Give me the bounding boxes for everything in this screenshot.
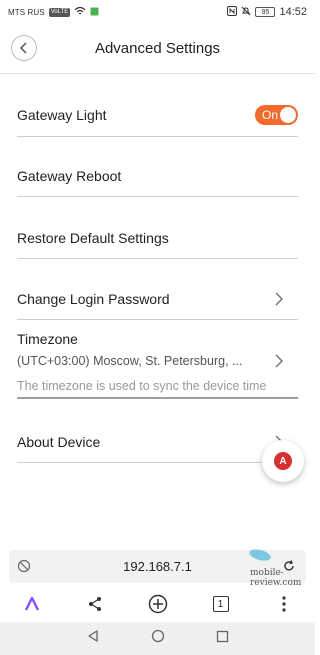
menu-button[interactable] (269, 589, 299, 619)
network-badge: VoLTE (48, 7, 71, 17)
triangle-back-icon (88, 630, 98, 642)
nav-back-button[interactable] (86, 629, 100, 648)
timezone-help-text: The timezone is used to sync the device … (17, 379, 267, 393)
gateway-reboot-label: Gateway Reboot (17, 167, 122, 184)
chevron-left-icon (19, 42, 27, 54)
system-nav-bar (0, 622, 315, 655)
watermark-text: mobile-review.com (250, 568, 302, 588)
gateway-light-label: Gateway Light (17, 107, 107, 123)
restore-defaults-label: Restore Default Settings (17, 229, 169, 246)
timezone-value: (UTC+03:00) Moscow, St. Petersburg, ... (17, 354, 243, 368)
more-vertical-icon (281, 596, 286, 612)
status-bar: MTS RUS VoLTE 95 14:52 (0, 0, 315, 24)
share-button[interactable] (80, 589, 110, 619)
tabs-button[interactable]: 1 (206, 589, 236, 619)
setting-timezone[interactable]: Timezone (UTC+03:00) Moscow, St. Petersb… (17, 327, 298, 399)
silent-icon (241, 6, 251, 18)
about-device-label: About Device (17, 433, 101, 450)
setting-restore-defaults[interactable]: Restore Default Settings (17, 217, 298, 259)
url-text[interactable]: 192.168.7.1 (123, 559, 192, 574)
circle-home-icon (151, 629, 165, 643)
change-password-label: Change Login Password (17, 290, 170, 307)
nav-home-button[interactable] (151, 629, 165, 648)
setting-about-device[interactable]: About Device (17, 421, 298, 463)
chevron-right-icon (275, 291, 284, 306)
square-recents-icon (217, 630, 229, 642)
tab-count: 1 (212, 596, 229, 612)
toggle-state-label: On (262, 108, 279, 122)
new-tab-button[interactable] (143, 589, 173, 619)
toggle-knob (280, 107, 296, 123)
status-left: MTS RUS VoLTE (8, 6, 99, 18)
timezone-label: Timezone (17, 331, 78, 347)
page-title: Advanced Settings (94, 40, 221, 57)
watermark-logo-icon (247, 548, 273, 567)
browser-toolbar: 1 (0, 588, 315, 620)
page-header: Advanced Settings (0, 24, 315, 74)
nfc-icon (227, 6, 238, 18)
carrier-label: MTS RUS (8, 7, 45, 17)
wifi-icon (74, 6, 86, 18)
setting-gateway-reboot[interactable]: Gateway Reboot (17, 155, 298, 197)
gateway-light-toggle[interactable]: On (255, 105, 298, 125)
translate-floating-button[interactable]: A (262, 440, 304, 482)
plus-circle-icon (148, 594, 167, 614)
setting-change-password[interactable]: Change Login Password (17, 278, 298, 320)
status-time: 14:52 (279, 6, 307, 18)
share-icon (88, 597, 101, 611)
site-info-icon[interactable] (17, 559, 31, 578)
chevron-right-icon (275, 354, 284, 368)
notification-app-icon (90, 7, 99, 18)
setting-gateway-light: Gateway Light On (17, 94, 298, 137)
nav-recents-button[interactable] (216, 630, 229, 648)
translate-icon: A (274, 452, 292, 470)
alice-assistant-button[interactable] (17, 589, 47, 619)
status-right: 95 14:52 (227, 6, 307, 18)
back-button[interactable] (11, 35, 37, 61)
alice-icon (24, 596, 39, 611)
battery-indicator: 95 (255, 7, 276, 17)
